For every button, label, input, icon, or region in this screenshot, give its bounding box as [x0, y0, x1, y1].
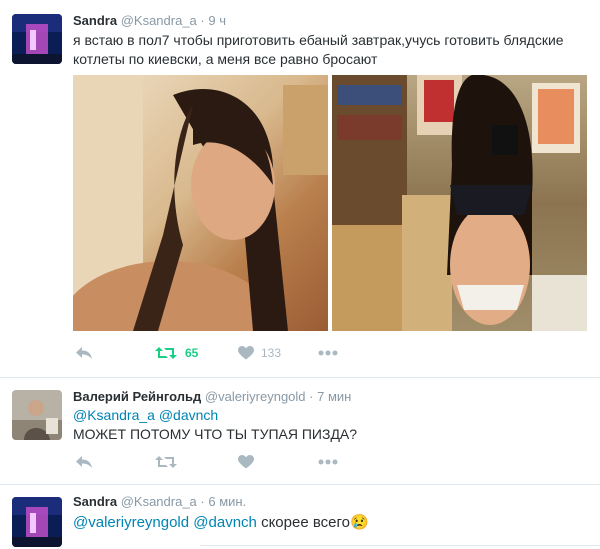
user-handle[interactable]: @Ksandra_a: [121, 13, 197, 28]
reply-icon: [76, 456, 92, 468]
mention-link[interactable]: @davnch: [159, 407, 218, 423]
user-name[interactable]: Sandra: [73, 13, 117, 28]
reply-button[interactable]: [75, 451, 93, 473]
more-dots-icon: [318, 350, 338, 356]
like-button[interactable]: 133: [238, 342, 281, 364]
tweet[interactable]: Валерий Рейнгольд @valeriyreyngold · 7 м…: [0, 378, 600, 485]
separator-dot: ·: [200, 494, 205, 509]
like-count: 133: [261, 346, 282, 360]
separator-dot: ·: [309, 389, 314, 404]
more-button[interactable]: [318, 451, 338, 473]
user-handle[interactable]: @Ksandra_a: [121, 494, 197, 509]
tweet-actions: [73, 451, 373, 473]
tweet-text-line: @valeriyreyngold @davnch скорее всего😢: [73, 513, 369, 532]
photo-2[interactable]: [332, 75, 587, 331]
user-name[interactable]: Sandra: [73, 494, 117, 509]
tweet-header: Валерий Рейнгольд @valeriyreyngold · 7 м…: [73, 389, 351, 404]
mention-link[interactable]: @valeriyreyngold: [73, 514, 189, 531]
reply-button[interactable]: [75, 342, 93, 364]
user-name[interactable]: Валерий Рейнгольд: [73, 389, 201, 404]
separator-dot: ·: [200, 13, 205, 28]
mention-link[interactable]: @davnch: [193, 514, 257, 531]
avatar[interactable]: [12, 497, 62, 547]
tweet-text: МОЖЕТ ПОТОМУ ЧТО ТЫ ТУПАЯ ПИЗДА?: [73, 426, 358, 442]
photo-grid: [73, 75, 587, 331]
retweet-button[interactable]: [155, 451, 177, 473]
photo-1[interactable]: [73, 75, 328, 331]
timestamp[interactable]: 9 ч: [208, 13, 226, 28]
heart-icon: [238, 455, 254, 469]
tweet-actions: 65 133: [73, 342, 373, 364]
heart-icon: [238, 346, 254, 360]
retweet-button[interactable]: 65: [155, 342, 198, 364]
retweet-icon: [155, 456, 177, 468]
tweet[interactable]: Sandra @Ksandra_a · 6 мин. @valeriyreyng…: [0, 485, 600, 549]
more-dots-icon: [318, 459, 338, 465]
divider: [200, 545, 600, 546]
tweet-text: я встаю в пол7 чтобы приготовить ебаный …: [73, 32, 564, 67]
reply-icon: [76, 347, 92, 359]
like-button[interactable]: [238, 451, 254, 473]
more-button[interactable]: [318, 342, 338, 364]
timestamp[interactable]: 6 мин.: [208, 494, 246, 509]
tweet-reply-mentions: @Ksandra_a @davnch: [73, 406, 218, 425]
mention-link[interactable]: @Ksandra_a: [73, 407, 155, 423]
avatar[interactable]: [12, 390, 62, 440]
retweet-icon: [155, 347, 177, 359]
tweet-text: скорее всего: [261, 514, 350, 531]
tweet-header: Sandra @Ksandra_a · 6 мин.: [73, 494, 246, 509]
tweet[interactable]: Sandra @Ksandra_a · 9 ч я встаю в пол7 ч…: [0, 0, 600, 378]
timestamp[interactable]: 7 мин: [317, 389, 351, 404]
retweet-count: 65: [185, 346, 199, 360]
avatar[interactable]: [12, 14, 62, 64]
crying-face-emoji: 😢: [349, 514, 369, 531]
user-handle[interactable]: @valeriyreyngold: [205, 389, 306, 404]
tweet-header: Sandra @Ksandra_a · 9 ч: [73, 13, 226, 28]
